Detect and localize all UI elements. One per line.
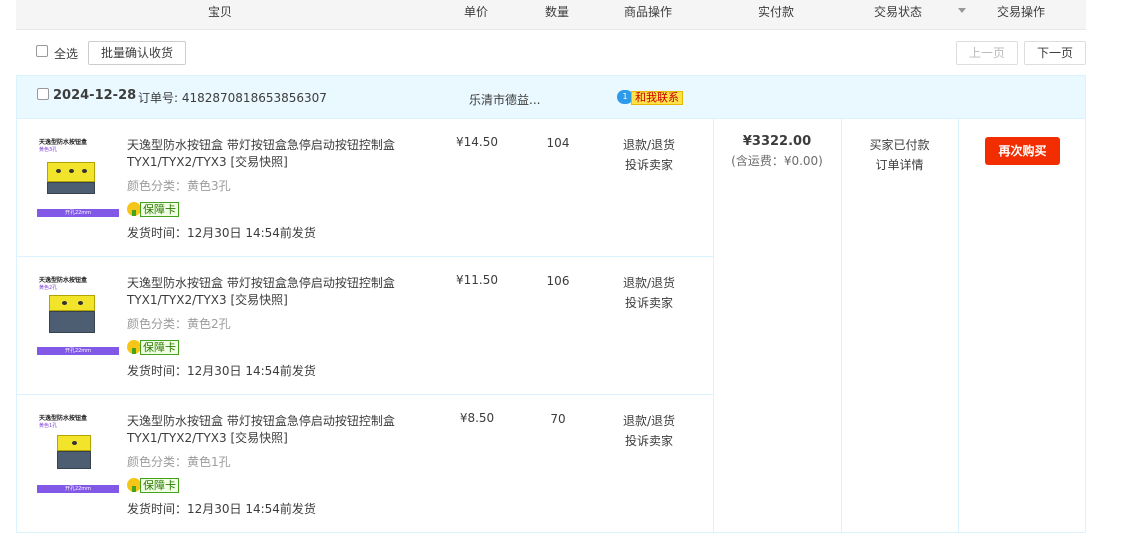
select-all-label[interactable]: 全选 xyxy=(54,45,78,62)
quantity: 104 xyxy=(546,136,570,150)
col-paid: 实付款 xyxy=(757,5,794,19)
quantity: 106 xyxy=(546,274,570,288)
batch-confirm-button[interactable]: 批量确认收货 xyxy=(88,41,186,65)
shipping-note: (含运费：¥0.00) xyxy=(731,154,823,168)
ship-time: 发货时间：12月30日 14:54前发货 xyxy=(127,364,316,378)
select-all-checkbox[interactable] xyxy=(36,45,48,57)
order-body: 天逸型防水按钮盒 黄色3孔 开孔22mm 天逸型防水按钮盒 带灯按钮盒急停启动按… xyxy=(16,119,1086,533)
order-item: 天逸型防水按钮盒 黄色2孔 开孔22mm 天逸型防水按钮盒 带灯按钮盒急停启动按… xyxy=(17,257,713,395)
product-thumbnail[interactable]: 天逸型防水按钮盒 黄色3孔 开孔22mm xyxy=(37,137,119,217)
total-amount: ¥3322.00 xyxy=(742,134,812,149)
col-trade-ops: 交易操作 xyxy=(996,5,1045,19)
divider xyxy=(841,119,842,532)
col-status[interactable]: 交易状态 xyxy=(858,0,938,30)
complain-link[interactable]: 投诉卖家 xyxy=(599,431,699,451)
ship-time: 发货时间：12月30日 14:54前发货 xyxy=(127,226,316,240)
toolbar: 全选 批量确认收货 上一页 下一页 xyxy=(16,40,1086,66)
order-header: 2024-12-28 订单号: 4182870818653856307 乐清市德… xyxy=(16,75,1086,119)
divider xyxy=(713,119,714,532)
guarantee-icon xyxy=(127,202,141,216)
col-item-ops: 商品操作 xyxy=(623,5,672,19)
rebuy-button[interactable]: 再次购买 xyxy=(985,137,1060,165)
product-spec: 颜色分类：黄色3孔 xyxy=(127,179,231,193)
guarantee-icon xyxy=(127,340,141,354)
col-price: 单价 xyxy=(463,5,488,19)
order-detail-link[interactable]: 订单详情 xyxy=(841,155,958,175)
trade-status: 买家已付款 订单详情 xyxy=(841,135,958,175)
item-ops: 退款/退货 投诉卖家 xyxy=(599,273,699,313)
order-item: 天逸型防水按钮盒 黄色1孔 开孔22mm 天逸型防水按钮盒 带灯按钮盒急停启动按… xyxy=(17,395,713,533)
product-title-link[interactable]: 天逸型防水按钮盒 带灯按钮盒急停启动按钮控制盒TYX1/TYX2/TYX3 [交… xyxy=(127,275,427,309)
unit-price: ¥8.50 xyxy=(459,411,495,425)
next-page-button[interactable]: 下一页 xyxy=(1024,41,1086,65)
col-item: 宝贝 xyxy=(207,5,232,19)
refund-link[interactable]: 退款/退货 xyxy=(599,273,699,293)
status-text: 买家已付款 xyxy=(869,138,930,152)
product-thumbnail[interactable]: 天逸型防水按钮盒 黄色2孔 开孔22mm xyxy=(37,275,119,355)
contact-seller-label: 和我联系 xyxy=(631,91,683,105)
item-ops: 退款/退货 投诉卖家 xyxy=(599,135,699,175)
unit-price: ¥11.50 xyxy=(456,273,498,287)
col-qty: 数量 xyxy=(544,5,569,19)
order-item: 天逸型防水按钮盒 黄色3孔 开孔22mm 天逸型防水按钮盒 带灯按钮盒急停启动按… xyxy=(17,119,713,257)
product-spec: 颜色分类：黄色1孔 xyxy=(127,455,231,469)
product-title-link[interactable]: 天逸型防水按钮盒 带灯按钮盒急停启动按钮控制盒TYX1/TYX2/TYX3 [交… xyxy=(127,137,427,171)
order-number: 订单号: 4182870818653856307 xyxy=(138,91,327,105)
order-checkbox[interactable] xyxy=(37,88,49,100)
complain-link[interactable]: 投诉卖家 xyxy=(599,155,699,175)
divider xyxy=(958,119,959,532)
product-thumbnail[interactable]: 天逸型防水按钮盒 黄色1孔 开孔22mm xyxy=(37,413,119,493)
column-header-bar: 宝贝 单价 数量 商品操作 实付款 交易状态 交易操作 xyxy=(16,0,1086,30)
refund-link[interactable]: 退款/退货 xyxy=(599,411,699,431)
complain-link[interactable]: 投诉卖家 xyxy=(599,293,699,313)
product-spec: 颜色分类：黄色2孔 xyxy=(127,317,231,331)
unit-price: ¥14.50 xyxy=(456,135,498,149)
ship-time: 发货时间：12月30日 14:54前发货 xyxy=(127,502,316,516)
guarantee-icon xyxy=(127,478,141,492)
item-ops: 退款/退货 投诉卖家 xyxy=(599,411,699,451)
prev-page-button[interactable]: 上一页 xyxy=(956,41,1018,65)
order-date: 2024-12-28 xyxy=(53,88,137,103)
shop-name-link[interactable]: 乐清市德益... xyxy=(469,91,540,108)
product-title-link[interactable]: 天逸型防水按钮盒 带灯按钮盒急停启动按钮控制盒TYX1/TYX2/TYX3 [交… xyxy=(127,413,427,447)
total-paid: ¥3322.00 (含运费：¥0.00) xyxy=(713,134,841,169)
status-filter-caret-icon[interactable] xyxy=(958,8,966,13)
refund-link[interactable]: 退款/退货 xyxy=(599,135,699,155)
quantity: 70 xyxy=(550,412,566,426)
